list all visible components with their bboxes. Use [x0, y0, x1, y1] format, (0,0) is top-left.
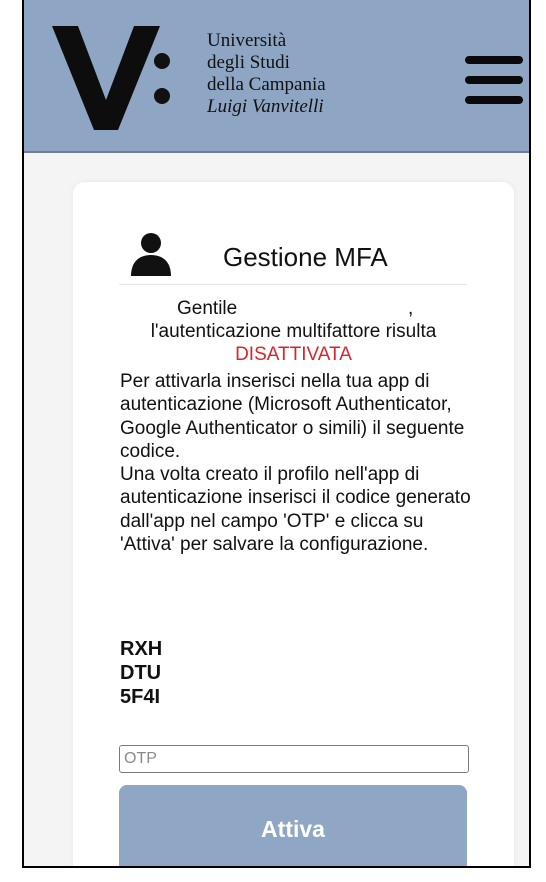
mfa-status-label: l'autenticazione multifattore risulta: [150, 321, 437, 342]
hamburger-menu-icon[interactable]: [465, 56, 523, 104]
app-frame: Università degli Studi della Campania Lu…: [22, 0, 531, 868]
mfa-card: Gestione MFA Gentile , l'autenticazione …: [73, 182, 514, 866]
instructions-text: Per attivarla inserisci nella tua app di…: [120, 370, 482, 556]
secret-code-line-1: RXH: [120, 638, 163, 660]
university-name-line-2: degli Studi: [207, 52, 290, 73]
logo-dot-bottom: [154, 88, 170, 104]
site-header: Università degli Studi della Campania Lu…: [24, 0, 529, 153]
university-name: Università degli Studi della Campania Lu…: [207, 30, 326, 118]
otp-input[interactable]: [119, 745, 469, 773]
user-icon: [131, 233, 171, 276]
activate-button[interactable]: Attiva: [119, 785, 467, 866]
secret-code-line-3: 5F4I: [120, 686, 161, 708]
university-name-line-3: della Campania: [207, 74, 326, 95]
greeting-comma: ,: [408, 298, 414, 319]
university-name-italic: Luigi Vanvitelli: [207, 96, 324, 117]
logo-dot-top: [154, 53, 170, 69]
mfa-status-badge: DISATTIVATA: [235, 344, 352, 365]
university-name-line-1: Università: [207, 30, 287, 51]
university-logo-v: [52, 26, 160, 130]
card-title-row: Gestione MFA: [119, 230, 467, 285]
instructions-paragraph-1: Per attivarla inserisci nella tua app di…: [120, 371, 465, 462]
secret-code: RXH DTU 5F4I: [120, 637, 162, 709]
greeting-text: Gentile: [177, 298, 238, 319]
page-title: Gestione MFA: [223, 242, 388, 272]
instructions-paragraph-2: Una volta creato il profilo nell'app di …: [120, 464, 471, 556]
secret-code-line-2: DTU: [120, 662, 162, 684]
